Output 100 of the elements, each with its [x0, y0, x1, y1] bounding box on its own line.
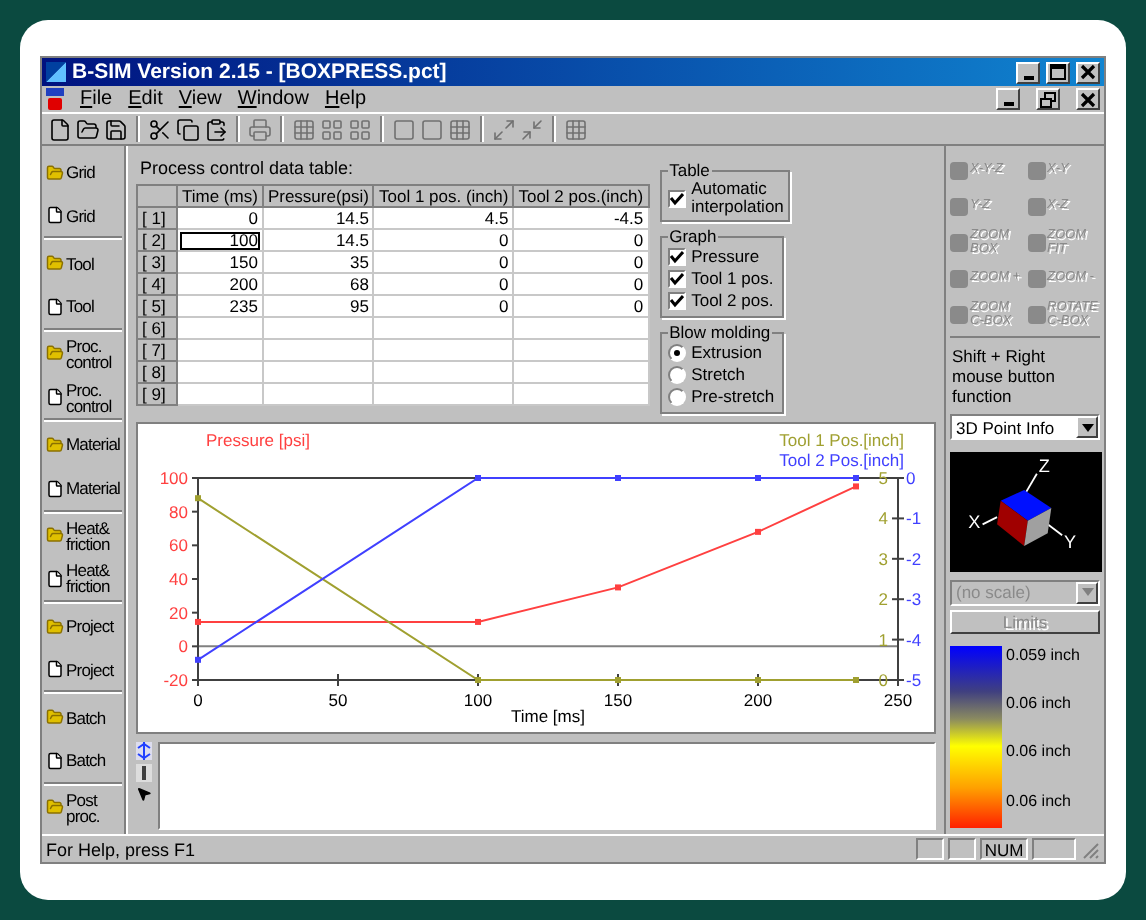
bar-icon[interactable]: [136, 764, 152, 782]
sidebar-item[interactable]: Material: [44, 422, 122, 467]
status-indicator: NUM: [980, 838, 1028, 860]
sidebar-item[interactable]: Batch: [44, 739, 122, 784]
menu-item[interactable]: Window: [237, 88, 309, 110]
data-point: [615, 584, 621, 591]
table-cell[interactable]: 200: [177, 273, 263, 295]
table-cell[interactable]: 0: [513, 295, 649, 317]
radio-button[interactable]: [667, 366, 686, 384]
table-cell[interactable]: 0: [513, 251, 649, 273]
minimize-button[interactable]: [1016, 61, 1040, 83]
table-cell[interactable]: [513, 383, 649, 405]
table-cell[interactable]: 0: [513, 229, 649, 251]
sidebar-item[interactable]: Tool: [44, 240, 122, 286]
document-icon: [46, 479, 64, 498]
table-cell[interactable]: [373, 317, 514, 339]
square-icon[interactable]: [392, 117, 416, 141]
sidebar-item[interactable]: Heat& friction: [44, 557, 122, 603]
table-cell[interactable]: 0: [373, 295, 514, 317]
table-cell[interactable]: 0: [513, 273, 649, 295]
sidebar-item[interactable]: Tool: [44, 285, 122, 330]
mouse-function-select[interactable]: 3D Point Info: [950, 414, 1100, 440]
shrink-icon[interactable]: [520, 117, 544, 141]
table-cell[interactable]: 235: [177, 295, 263, 317]
printer-icon[interactable]: [248, 117, 272, 141]
checkbox[interactable]: [667, 292, 686, 310]
checkbox[interactable]: [667, 248, 686, 266]
table-cell[interactable]: [262, 317, 374, 339]
table-cell[interactable]: 14.5: [262, 207, 374, 229]
table-cell[interactable]: 150: [177, 251, 263, 273]
cut-icon[interactable]: [148, 117, 172, 141]
table-cell[interactable]: 14.5: [262, 229, 374, 251]
new-file-icon[interactable]: [48, 117, 72, 141]
table-cell[interactable]: 0: [373, 273, 514, 295]
table-cell[interactable]: [177, 339, 263, 361]
square-icon[interactable]: [420, 117, 444, 141]
menu-item[interactable]: File: [80, 88, 113, 110]
grid-icon[interactable]: [448, 117, 472, 141]
table-cell[interactable]: [373, 361, 514, 383]
menu-item[interactable]: Help: [324, 88, 367, 110]
table-cell[interactable]: -4.5: [513, 207, 649, 229]
sidebar-item[interactable]: Batch: [44, 694, 122, 740]
table-cell[interactable]: 4.5: [373, 207, 514, 229]
copy-icon[interactable]: [176, 117, 200, 141]
grid-icon[interactable]: [292, 117, 316, 141]
table-cell[interactable]: [513, 317, 649, 339]
table-cell[interactable]: 68: [262, 273, 374, 295]
document-icon: [46, 751, 64, 770]
menu-item[interactable]: Edit: [128, 88, 163, 110]
layout-icon[interactable]: [320, 117, 344, 141]
status-text: For Help, press F1: [46, 839, 198, 859]
folder-icon[interactable]: [76, 117, 100, 141]
table-cell[interactable]: [177, 383, 263, 405]
close-button[interactable]: [1076, 88, 1100, 110]
radio-button[interactable]: [667, 388, 686, 406]
table-cell[interactable]: [262, 339, 374, 361]
tick-label: 150: [603, 690, 633, 710]
save-icon[interactable]: [104, 117, 128, 141]
table-cell[interactable]: [177, 317, 263, 339]
layout-icon[interactable]: [348, 117, 372, 141]
table-cell[interactable]: 0: [177, 207, 263, 229]
text-area[interactable]: [158, 742, 936, 830]
table-cell[interactable]: 100: [177, 229, 263, 251]
checkbox[interactable]: [667, 270, 686, 288]
table-cell[interactable]: 0: [373, 251, 514, 273]
table-cell[interactable]: [373, 339, 514, 361]
split-icon[interactable]: [136, 742, 152, 760]
radio-label: Pre-stretch: [691, 388, 775, 406]
tick-label: 80: [169, 501, 188, 522]
sidebar-item[interactable]: Proc. control: [44, 376, 122, 421]
table-cell[interactable]: [262, 383, 374, 405]
table-cell[interactable]: [373, 383, 514, 405]
resize-grip-icon[interactable]: [1080, 839, 1100, 859]
close-button[interactable]: [1076, 61, 1100, 83]
paste-icon[interactable]: [204, 117, 228, 141]
table-cell[interactable]: [513, 361, 649, 383]
table-cell[interactable]: 35: [262, 251, 374, 273]
table-cell[interactable]: [262, 361, 374, 383]
close-icon: [1080, 64, 1096, 80]
sidebar-item[interactable]: Project: [44, 648, 122, 693]
sidebar-item[interactable]: Grid: [44, 194, 122, 239]
table-cell[interactable]: 95: [262, 295, 374, 317]
sidebar-item[interactable]: Project: [44, 604, 122, 649]
sidebar-item[interactable]: Proc. control: [44, 331, 122, 376]
menu-item[interactable]: View: [178, 88, 222, 110]
grid-icon[interactable]: [564, 117, 588, 141]
maximize-button[interactable]: [1046, 61, 1070, 83]
sidebar-item[interactable]: Post proc.: [44, 785, 122, 831]
radio-button[interactable]: [667, 344, 686, 362]
sidebar-item[interactable]: Material: [44, 466, 122, 512]
table-cell[interactable]: 0: [373, 229, 514, 251]
pointer-icon[interactable]: [136, 786, 152, 802]
table-cell[interactable]: [513, 339, 649, 361]
expand-icon[interactable]: [492, 117, 516, 141]
restore-button[interactable]: [1036, 88, 1060, 110]
sidebar-item[interactable]: Grid: [44, 150, 122, 195]
table-cell[interactable]: [177, 361, 263, 383]
checkbox[interactable]: [667, 189, 686, 207]
minimize-button[interactable]: [996, 88, 1020, 110]
sidebar-item[interactable]: Heat& friction: [44, 513, 122, 558]
